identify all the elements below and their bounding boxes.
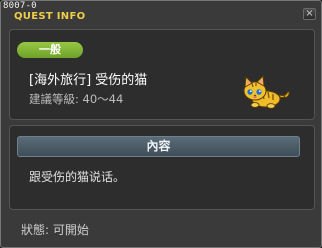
- quest-info-window: 8007-0 QUEST INFO × 一般 [海外旅行] 受伤的猫 建議等級:…: [0, 0, 322, 248]
- window-title: QUEST INFO: [14, 11, 86, 22]
- quest-description: 跟受伤的猫说话。: [29, 170, 126, 184]
- wounded-cat-icon: [243, 74, 290, 109]
- close-button[interactable]: ×: [303, 8, 316, 20]
- quest-recommended-level: 建議等級: 40～44: [29, 92, 124, 106]
- content-section-header: 內容: [17, 136, 300, 157]
- quest-status: 狀態: 可開始: [21, 223, 89, 237]
- quest-title: [海外旅行] 受伤的猫: [29, 73, 148, 88]
- quest-category-badge: 一般: [17, 42, 83, 58]
- quest-id-label: 8007-0: [3, 1, 37, 11]
